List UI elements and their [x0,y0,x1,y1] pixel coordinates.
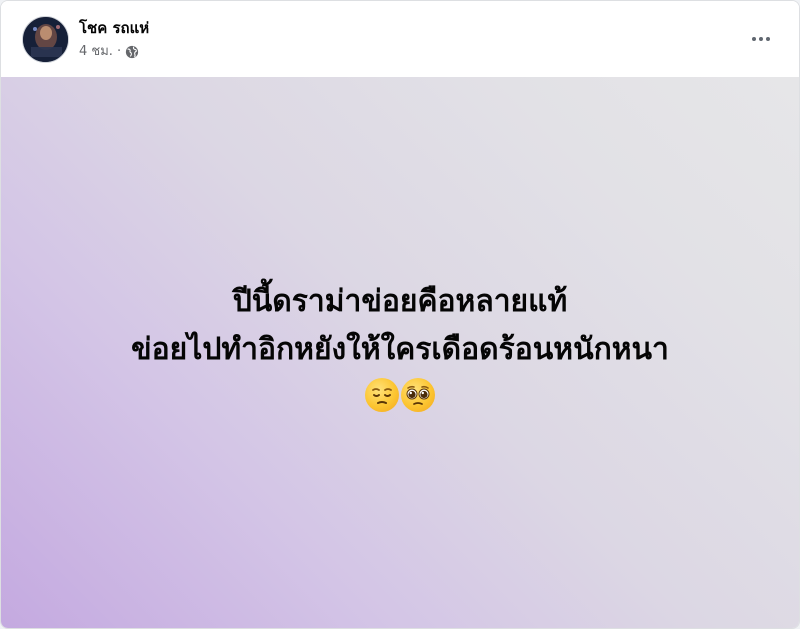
post-time[interactable]: 4 ชม. [79,44,113,60]
meta-separator: · [116,44,122,59]
more-options-icon[interactable] [743,23,779,55]
post-card: โชค รถแห่ 4 ชม. · ปีนี้ดราม่าข่อยคือหลาย… [0,0,800,629]
post-background: ปีนี้ดราม่าข่อยคือหลายแท้ ข่อยไปทำอิกหยั… [1,77,799,628]
post-text-line-2: ข่อยไปทำอิกหยังให้ใครเดือดร้อนหนักหนา [131,331,669,367]
pleading-face-icon [401,377,435,412]
pensive-face-icon [365,377,399,412]
emoji-row [365,377,435,412]
avatar[interactable] [22,16,69,63]
globe-icon[interactable] [125,45,139,59]
post-meta: 4 ชม. · [79,44,139,60]
avatar-image [23,17,68,62]
post-text: ปีนี้ดราม่าข่อยคือหลายแท้ ข่อยไปทำอิกหยั… [131,278,669,374]
author-name[interactable]: โชค รถแห่ [79,18,149,38]
post-header: โชค รถแห่ 4 ชม. · [1,1,799,77]
post-text-line-1: ปีนี้ดราม่าข่อยคือหลายแท้ [232,283,568,319]
